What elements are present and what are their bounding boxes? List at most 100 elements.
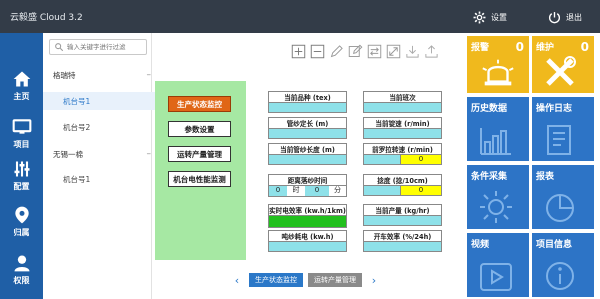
user-icon [14, 255, 29, 271]
tile-condition-collect[interactable]: 条件采集 [467, 165, 529, 229]
tile-project-info[interactable]: 项目信息 [532, 233, 594, 297]
menu-output-management[interactable]: 运转产量管理 [168, 146, 231, 162]
alarm-light-icon [482, 59, 514, 86]
field-ton-yarn: 吨纱耗电 (kw.h) [268, 230, 347, 252]
tile-operation-log[interactable]: 操作日志 [532, 97, 594, 161]
nav-item-location[interactable]: 归属 [0, 197, 43, 245]
tile-label: 报表 [536, 172, 555, 182]
field-value [268, 103, 347, 113]
download-icon[interactable] [404, 43, 420, 59]
edit-icon[interactable] [328, 43, 344, 59]
tree-group-label: 无锡一棉 [53, 149, 83, 159]
tree-search [49, 39, 147, 55]
field-tube-current: 当前管纱长度 (m) [268, 143, 347, 165]
tree-item-label: 机台号1 [63, 174, 91, 184]
settings-button[interactable]: 设置 [473, 7, 507, 27]
share-icon[interactable] [423, 43, 439, 59]
tree-item-1-2[interactable]: 机台号2 [43, 118, 171, 136]
tile-label: 视频 [471, 240, 490, 250]
tools-icon [546, 56, 576, 86]
tree-group-label: 格瑞特 [53, 70, 76, 80]
field-variety: 当前品种 (tex) [268, 91, 347, 113]
field-label: 当前锭速 (r/min) [363, 117, 442, 129]
tile-label: 项目信息 [536, 240, 573, 250]
maintenance-count: 0 [580, 40, 589, 54]
field-current-output: 当前产量 (kg/hr) [363, 204, 442, 226]
app-title: 云毅盛 Cloud 3.2 [10, 13, 83, 23]
menu-production-monitor[interactable]: 生产状态监控 [168, 96, 231, 112]
tab-production-monitor[interactable]: 生产状态监控 [249, 273, 303, 287]
field-value [363, 103, 442, 113]
tile-history[interactable]: 历史数据 [467, 97, 529, 161]
monitor-menu-panel: 生产状态监控 参数设置 运转产量管理 机台电性能监测 [155, 81, 246, 260]
next-arrow-icon[interactable]: › [367, 274, 381, 287]
prev-arrow-icon[interactable]: ‹ [230, 274, 244, 287]
menu-electrical-monitor[interactable]: 机台电性能监测 [168, 171, 231, 187]
tile-label: 操作日志 [536, 104, 573, 114]
bottom-tab-bar: ‹ 生产状态监控 运转产量管理 › [230, 273, 381, 287]
tile-maintenance[interactable]: 维护 0 [532, 36, 594, 93]
tree-item-label: 机台号2 [63, 122, 91, 132]
field-twist: 捻度 (捻/10cm) 0 [363, 174, 442, 196]
field-value [268, 129, 347, 139]
zoom-out-icon[interactable] [309, 43, 325, 59]
monitor-icon [12, 118, 31, 134]
offline-hours-value: 0 [269, 186, 287, 196]
tree-search-input[interactable] [67, 43, 145, 51]
field-power-efficiency: 实时电效率 (kw.h/1km) [268, 204, 347, 228]
search-icon [55, 43, 64, 52]
field-label: 管纱定长 (m) [268, 117, 347, 129]
sun-icon [480, 191, 512, 223]
tile-alarm[interactable]: 报警 0 [467, 36, 529, 93]
field-value [268, 216, 347, 228]
field-offline-time: 距离落纱时间 0 时 0 分 [268, 174, 347, 197]
nav-item-config[interactable]: 配置 [0, 151, 43, 199]
logout-button[interactable]: 退出 [548, 7, 582, 27]
collapse-icon[interactable]: – [147, 70, 152, 80]
field-value [268, 242, 347, 252]
device-tree: 格瑞特 – 机台号1 机台号2 无锡一棉 – 机台号1 [43, 33, 171, 299]
field-label: 捻度 (捻/10cm) [363, 174, 442, 186]
menu-parameter-settings[interactable]: 参数设置 [168, 121, 231, 137]
gear-icon [473, 11, 486, 23]
nav-item-home[interactable]: 主页 [0, 61, 43, 109]
field-label: 前罗拉转速 (r/min) [363, 143, 442, 155]
collapse-icon[interactable]: – [147, 149, 152, 159]
tree-item-1-1[interactable]: 机台号1 [43, 92, 171, 110]
info-icon [546, 262, 574, 290]
edit-box-icon[interactable] [347, 43, 363, 59]
tile-label: 报警 [471, 43, 490, 53]
field-value [363, 216, 442, 226]
field-label: 当前品种 (tex) [268, 91, 347, 103]
tree-group-2[interactable]: 无锡一棉 – [43, 145, 161, 163]
home-icon [13, 71, 30, 86]
alarm-count: 0 [515, 40, 524, 54]
nav-item-permission[interactable]: 权限 [0, 245, 43, 293]
nav-label: 配置 [13, 181, 30, 191]
tree-item-label: 机台号1 [63, 96, 91, 106]
tree-item-2-1[interactable]: 机台号1 [43, 170, 171, 188]
field-speed: 当前锭速 (r/min) [363, 117, 442, 139]
field-open-efficiency: 开车效率 (%/24h) [363, 230, 442, 252]
tile-label: 历史数据 [471, 104, 508, 114]
field-value [363, 129, 442, 139]
minutes-unit: 分 [329, 186, 346, 196]
pie-chart-icon [546, 194, 574, 222]
field-value [363, 242, 442, 252]
tile-video[interactable]: 视频 [467, 233, 529, 297]
play-icon [480, 263, 512, 291]
fullscreen-icon[interactable] [385, 43, 401, 59]
twist-value: 0 [401, 186, 442, 196]
front-roller-value: 0 [401, 155, 442, 165]
nav-item-project[interactable]: 项目 [0, 109, 43, 157]
field-label: 当前产量 (kg/hr) [363, 204, 442, 216]
left-nav: 主页 项目 配置 归属 权限 [0, 33, 43, 299]
tab-output-management[interactable]: 运转产量管理 [308, 273, 362, 287]
tile-report[interactable]: 报表 [532, 165, 594, 229]
zoom-in-icon[interactable] [290, 43, 306, 59]
sliders-icon [14, 161, 29, 176]
tree-group-1[interactable]: 格瑞特 – [43, 66, 161, 84]
swap-icon[interactable] [366, 43, 382, 59]
field-value [363, 155, 401, 165]
tile-label: 条件采集 [471, 172, 508, 182]
